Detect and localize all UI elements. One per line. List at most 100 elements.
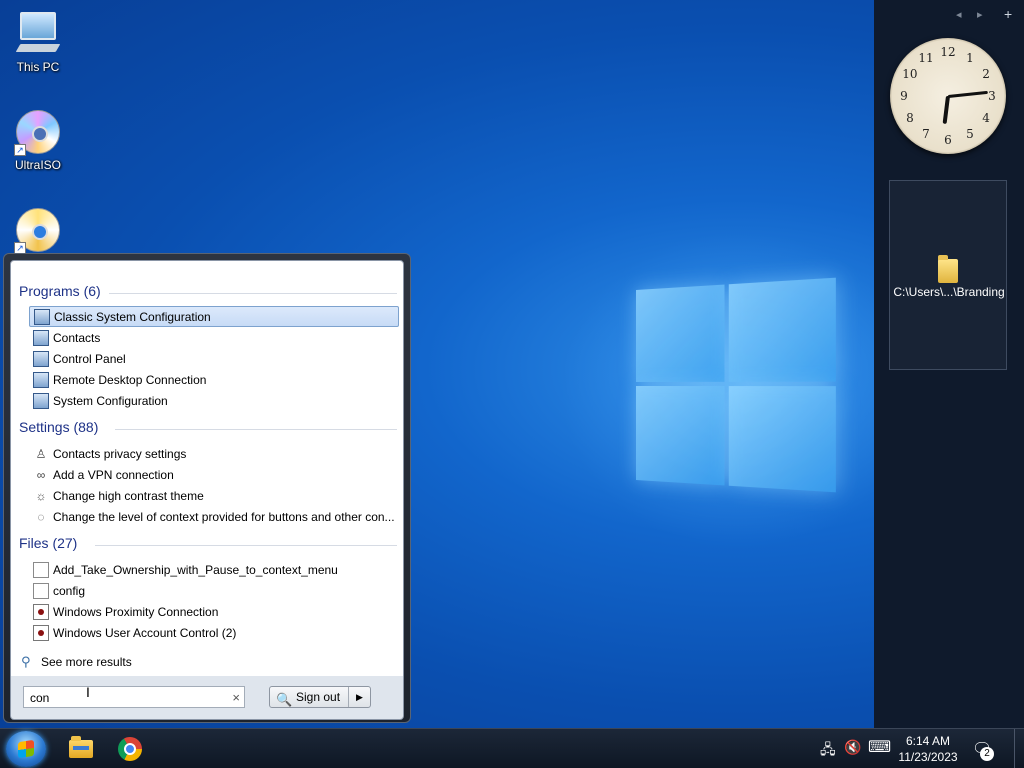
- windows-flag-icon: [18, 739, 34, 759]
- media-file-icon: [33, 624, 49, 641]
- sidebar-prev-button[interactable]: ◂: [956, 8, 962, 21]
- show-desktop-button[interactable]: [1014, 729, 1024, 768]
- clock-numeral: 5: [966, 127, 974, 142]
- divider: [95, 545, 397, 546]
- clock-numeral: 1: [966, 50, 974, 65]
- volume-muted-icon[interactable]: 🔇: [844, 739, 861, 756]
- clock-numeral: 11: [918, 50, 934, 65]
- sun-icon: ☼: [35, 488, 47, 503]
- sidebar-next-button[interactable]: ▸: [977, 8, 983, 21]
- folder-icon: [69, 736, 93, 758]
- files-section-header[interactable]: Files (27): [19, 535, 397, 551]
- clock-numeral: 8: [906, 111, 914, 125]
- result-label: Remote Desktop Connection: [53, 372, 207, 387]
- section-title: Programs (6): [19, 283, 101, 299]
- clock-date: 11/23/2023: [898, 750, 958, 764]
- taskbar-chrome[interactable]: [111, 733, 149, 765]
- result-change-high-contrast-theme[interactable]: ☼ Change high contrast theme: [29, 485, 399, 506]
- folder-view-gadget[interactable]: C:\Users\...\Branding: [889, 180, 1007, 370]
- disc-icon: ↗: [14, 206, 62, 254]
- clock-numeral: 2: [982, 67, 990, 81]
- taskbar-clock[interactable]: 6:14 AM 11/23/2023: [888, 733, 968, 765]
- section-title: Files (27): [19, 535, 78, 551]
- result-label: Windows User Account Control (2): [53, 625, 237, 640]
- result-label: System Configuration: [53, 393, 168, 408]
- result-contacts-privacy-settings[interactable]: ♙ Contacts privacy settings: [29, 443, 399, 464]
- sign-out-button[interactable]: 🔍 Sign out ▶: [269, 686, 371, 708]
- desktop-icon-this-pc[interactable]: This PC: [0, 10, 76, 74]
- result-label: Add_Take_Ownership_with_Pause_to_context…: [53, 562, 338, 577]
- section-title: Settings (88): [19, 419, 99, 435]
- divider: [115, 429, 397, 430]
- start-button[interactable]: [6, 731, 46, 767]
- settings-section-header[interactable]: Settings (88): [19, 419, 397, 435]
- clear-search-icon[interactable]: ×: [232, 690, 240, 705]
- desktop-icon-label: This PC: [16, 60, 60, 74]
- desktop-icon-label: UltraISO: [14, 158, 61, 172]
- start-search-input[interactable]: con ×: [23, 686, 245, 708]
- clock-numeral: 7: [922, 127, 930, 142]
- clock-time: 6:14 AM: [905, 734, 951, 748]
- contacts-icon: [33, 329, 49, 346]
- clock-hour-hand: [942, 95, 950, 125]
- remote-desktop-icon: [33, 371, 49, 388]
- key-icon: 🔍: [276, 692, 293, 707]
- chrome-icon: [118, 737, 142, 761]
- result-file-windows-user-account-control[interactable]: Windows User Account Control (2): [29, 622, 399, 643]
- search-icon: ⚲: [21, 654, 31, 669]
- taskbar-file-explorer[interactable]: [62, 733, 100, 765]
- clock-numeral: 12: [940, 45, 956, 59]
- sidebar-add-gadget-button[interactable]: +: [1004, 6, 1012, 22]
- result-label: Add a VPN connection: [53, 467, 174, 482]
- narrator-icon: ◌: [37, 509, 45, 524]
- result-add-vpn-connection[interactable]: ∞ Add a VPN connection: [29, 464, 399, 485]
- result-file-config[interactable]: config: [29, 580, 399, 601]
- folder-icon: [938, 255, 958, 283]
- result-file-windows-proximity-connection[interactable]: Windows Proximity Connection: [29, 601, 399, 622]
- system-config-icon: [33, 392, 49, 409]
- network-icon[interactable]: 🖧: [820, 739, 836, 763]
- text-file-icon: [33, 582, 49, 599]
- result-label: Change high contrast theme: [53, 488, 204, 503]
- media-file-icon: [33, 603, 49, 620]
- clock-minute-hand: [947, 90, 988, 98]
- result-control-panel[interactable]: Control Panel: [29, 348, 399, 369]
- see-more-results-link[interactable]: ⚲ See more results: [21, 654, 132, 670]
- result-contacts[interactable]: Contacts: [29, 327, 399, 348]
- shutdown-options-arrow[interactable]: ▶: [348, 687, 370, 707]
- result-label: Change the level of context provided for…: [53, 509, 395, 524]
- result-file-take-ownership[interactable]: Add_Take_Ownership_with_Pause_to_context…: [29, 559, 399, 580]
- result-change-level-of-context[interactable]: ◌ Change the level of context provided f…: [29, 506, 399, 527]
- desktop-icon-ultraiso[interactable]: ↗ UltraISO: [0, 108, 76, 172]
- clock-numeral: 9: [900, 89, 908, 103]
- taskbar: 🖧 🔇 ⌨ 6:14 AM 11/23/2023 🗨 2: [0, 728, 1024, 768]
- notification-count-badge: 2: [980, 747, 994, 761]
- clock-numeral: 3: [988, 89, 996, 103]
- windows-logo-wallpaper: [636, 277, 836, 493]
- shortcut-arrow-icon: ↗: [14, 144, 26, 156]
- sign-out-main[interactable]: 🔍 Sign out: [270, 690, 348, 707]
- folder-gadget-label[interactable]: C:\Users\...\Branding: [890, 285, 1008, 299]
- text-cursor-icon: I: [86, 684, 90, 700]
- result-label: Contacts privacy settings: [53, 446, 187, 461]
- clock-gadget[interactable]: 12 1 2 3 4 5 6 7 8 9 10 11: [890, 38, 1006, 154]
- result-label: Contacts: [53, 330, 101, 345]
- result-classic-system-configuration[interactable]: Classic System Configuration: [29, 306, 399, 327]
- vpn-icon: ∞: [36, 467, 46, 482]
- clock-numeral: 4: [982, 111, 990, 125]
- result-label: Control Panel: [53, 351, 126, 366]
- disc-icon: ↗: [14, 108, 62, 156]
- computer-icon: [14, 10, 62, 58]
- desktop-icon-disc[interactable]: ↗: [0, 206, 76, 256]
- person-icon: ♙: [35, 446, 47, 461]
- result-system-configuration[interactable]: System Configuration: [29, 390, 399, 411]
- result-label: config: [53, 583, 86, 598]
- sign-out-label: Sign out: [296, 690, 341, 704]
- search-input-value: con: [30, 691, 50, 705]
- programs-section-header[interactable]: Programs (6): [19, 283, 397, 299]
- see-more-label: See more results: [41, 655, 132, 669]
- clock-numeral: 10: [902, 67, 918, 81]
- result-label: Classic System Configuration: [54, 309, 211, 324]
- search-results-panel: Programs (6) Classic System Configuratio…: [10, 260, 404, 678]
- result-remote-desktop-connection[interactable]: Remote Desktop Connection: [29, 369, 399, 390]
